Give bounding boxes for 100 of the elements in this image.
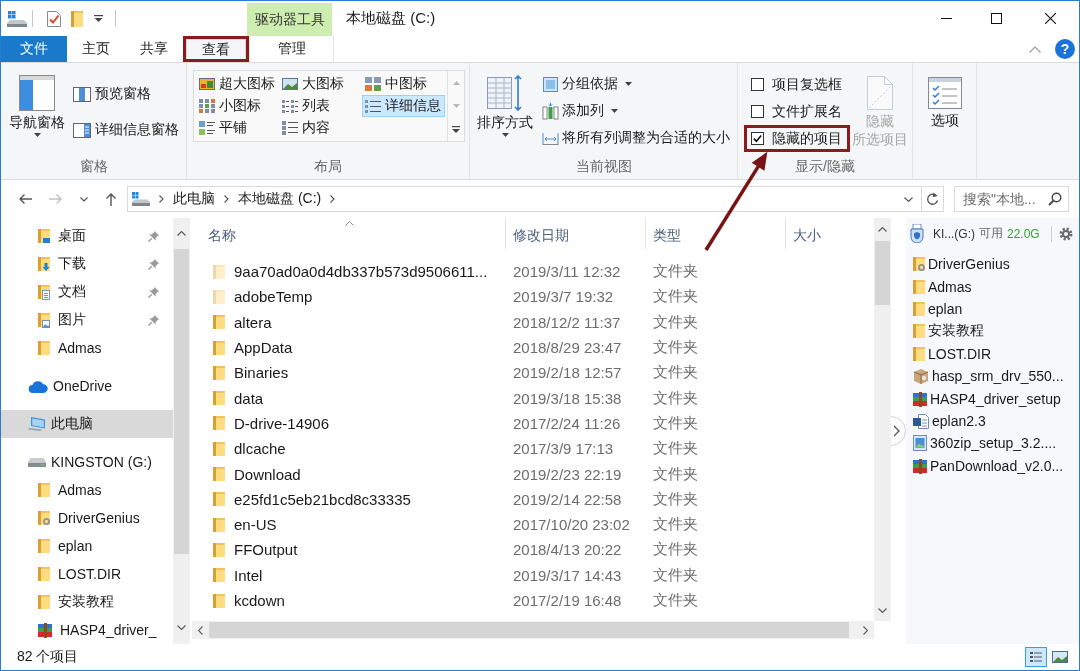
ribbon-tab[interactable]: 主页 (67, 36, 125, 62)
side-item[interactable]: DriverGenius (906, 253, 1079, 276)
nav-item[interactable]: KINGSTON (G:) (1, 448, 173, 476)
view-command[interactable]: 添加列 (542, 98, 730, 124)
scrollbar-thumb[interactable] (875, 241, 890, 305)
side-item[interactable]: Admas (906, 275, 1079, 298)
ribbon-tab[interactable]: 查看 (186, 39, 246, 59)
file-name[interactable]: adobeTemp (234, 288, 313, 306)
nav-item[interactable]: 此电脑 (1, 410, 173, 438)
close-icon[interactable] (1044, 13, 1056, 24)
checkbox-label[interactable]: 文件扩展名 (772, 102, 842, 121)
nav-item[interactable]: LOST.DIR (1, 560, 173, 588)
file-name[interactable]: Download (234, 465, 301, 483)
nav-item[interactable]: OneDrive (1, 372, 173, 400)
checkbox[interactable] (751, 132, 764, 145)
layout-option[interactable]: 超大图标 (196, 73, 279, 95)
column-header[interactable]: 大小 (786, 218, 874, 249)
file-name[interactable]: altera (234, 313, 272, 331)
search-field[interactable]: 搜索"本地... (954, 186, 1069, 212)
chevron-left-icon[interactable] (198, 625, 203, 635)
nav-item[interactable]: HASP4_driver_ (1, 616, 173, 644)
scrollbar-thumb[interactable] (174, 249, 189, 554)
navigation-pane-button[interactable]: 导航窗格 (5, 67, 69, 155)
pin-icon[interactable] (148, 230, 159, 242)
maximize-icon[interactable] (990, 13, 1002, 24)
pane-button[interactable]: 预览窗格 (73, 82, 179, 106)
file-name[interactable]: AppData (234, 339, 293, 357)
checkbox-label[interactable]: 隐藏的项目 (772, 129, 842, 148)
sort-button[interactable]: 排序方式 (472, 67, 538, 155)
nav-item[interactable]: 安装教程 (1, 588, 173, 616)
breadcrumb[interactable]: 此电脑 (173, 190, 215, 208)
caret-icon[interactable] (94, 15, 103, 22)
file-name[interactable]: dlcache (234, 440, 286, 458)
up-arrow-icon[interactable] (105, 192, 117, 206)
minimize-icon[interactable] (940, 18, 952, 19)
file-name[interactable]: 9aa70ad0a0d4db337b573d9506611... (234, 263, 488, 281)
options-button[interactable]: 选项 (914, 67, 975, 179)
back-arrow-icon[interactable] (18, 193, 32, 205)
chevron-down-icon[interactable] (80, 196, 88, 202)
column-header[interactable]: 修改日期 (506, 218, 646, 249)
file-name[interactable]: Binaries (234, 364, 289, 382)
view-command[interactable]: 将所有列调整为合适的大小 (542, 125, 730, 151)
file-name[interactable]: kcdown (234, 592, 285, 609)
nav-item[interactable]: eplan (1, 532, 173, 560)
chevron-right-icon[interactable] (330, 195, 336, 203)
side-item[interactable]: eplan (906, 297, 1079, 321)
file-name[interactable]: data (234, 389, 264, 407)
side-item[interactable]: PanDownload_v2.0... (906, 454, 1079, 477)
chevron-down-icon[interactable] (177, 624, 186, 630)
chevron-up-icon[interactable] (177, 231, 186, 236)
layout-option[interactable]: 大图标 (279, 73, 362, 95)
checkbox[interactable] (751, 78, 764, 91)
nav-item[interactable]: 文档 (1, 278, 173, 306)
refresh-icon[interactable] (926, 192, 939, 206)
file-name[interactable]: Intel (234, 566, 263, 584)
ribbon-tab[interactable]: 共享 (125, 36, 183, 62)
file-name[interactable]: D-drive-14906 (234, 414, 330, 432)
side-item[interactable]: hasp_srm_drv_550... (906, 364, 1079, 388)
chevron-down-icon[interactable] (904, 196, 913, 202)
file-name[interactable]: en-US (234, 516, 277, 534)
help-button[interactable]: ? (1055, 39, 1075, 59)
layout-option[interactable]: 平铺 (196, 117, 279, 139)
address-field[interactable]: 此电脑 本地磁盘 (C:) (127, 186, 944, 212)
chevron-right-icon[interactable] (863, 625, 868, 635)
nav-item[interactable]: DriverGenius (1, 504, 173, 532)
file-tab[interactable]: 文件 (1, 36, 67, 62)
layout-option[interactable]: 内容 (279, 117, 362, 139)
layout-option[interactable]: 中图标 (362, 73, 445, 95)
side-item[interactable]: LOST.DIR (906, 342, 1079, 365)
column-header[interactable]: 类型 (646, 218, 786, 249)
checkbox-label[interactable]: 项目复选框 (772, 75, 842, 94)
chevron-down-icon[interactable] (878, 607, 887, 613)
chevron-right-icon[interactable] (224, 195, 229, 203)
view-command[interactable]: 分组依据 (542, 71, 730, 97)
side-item[interactable]: eplan2.3 (906, 409, 1079, 433)
more-caret-icon[interactable] (452, 125, 460, 133)
properties-icon[interactable] (46, 9, 62, 28)
pin-icon[interactable] (148, 286, 159, 298)
nav-item[interactable]: 图片 (1, 306, 173, 334)
gear-icon[interactable] (1059, 226, 1073, 241)
pane-button[interactable]: 详细信息窗格 (73, 118, 179, 142)
nav-item[interactable]: 下载 (1, 250, 173, 278)
search-icon[interactable] (1048, 192, 1062, 206)
nav-item[interactable]: Admas (1, 476, 173, 504)
checkbox[interactable] (751, 105, 764, 118)
file-name[interactable]: FFOutput (234, 541, 298, 559)
side-item[interactable]: HASP4_driver_setup (906, 387, 1079, 410)
breadcrumb[interactable]: 本地磁盘 (C:) (238, 190, 322, 208)
column-header[interactable]: 名称 (192, 218, 506, 249)
side-item[interactable]: 360zip_setup_3.2.... (906, 432, 1079, 455)
chevron-up-icon[interactable] (1029, 45, 1041, 53)
drive-icon[interactable] (7, 10, 27, 27)
pin-icon[interactable] (148, 258, 159, 270)
nav-item[interactable]: 桌面 (1, 222, 173, 250)
file-name[interactable]: e25fd1c5eb21bcd8c33335 (234, 490, 411, 508)
side-item[interactable]: 安装教程 (906, 320, 1079, 343)
details-view-icon[interactable] (1025, 647, 1047, 667)
chevron-up-icon[interactable] (878, 227, 887, 232)
nav-item[interactable]: Admas (1, 334, 173, 362)
pin-icon[interactable] (148, 314, 159, 326)
